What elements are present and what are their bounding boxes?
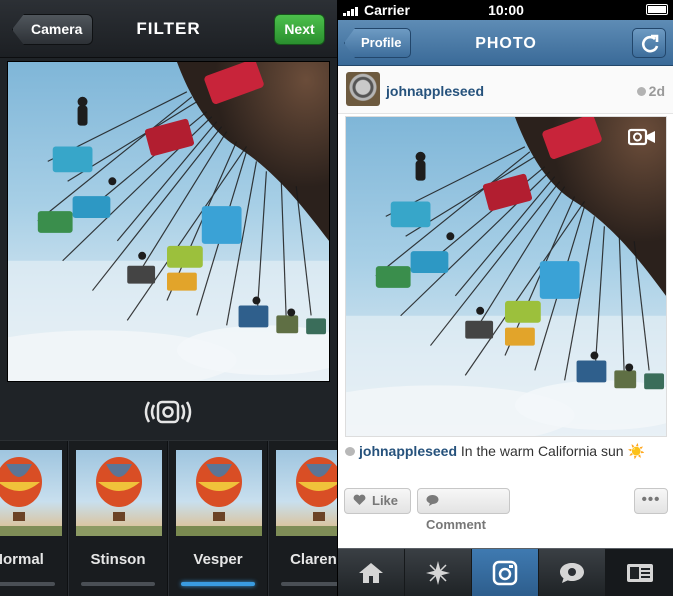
profile-icon (627, 564, 653, 582)
filter-screen: Camera FILTER Next ormal Stinson Vesper … (0, 0, 337, 596)
nav-bar: Profile PHOTO (338, 20, 673, 66)
filter-label: Normal (0, 551, 44, 568)
clock-icon (636, 87, 646, 96)
tab-home[interactable] (338, 549, 405, 596)
avatar[interactable] (346, 72, 380, 106)
swing-ride-image (8, 62, 329, 381)
post-actions: Like Comment ••• (338, 488, 673, 532)
sun-emoji: ☀️ (627, 443, 645, 459)
filter-indicator (181, 582, 255, 586)
camera-stabilize-icon[interactable] (143, 394, 193, 430)
filter-indicator (0, 582, 55, 586)
clock: 10:00 (488, 2, 524, 18)
battery-icon (646, 4, 668, 15)
comment-button[interactable]: Comment (417, 488, 510, 532)
filter-indicator (281, 582, 337, 586)
photo-screen: Carrier 10:00 Profile PHOTO johnapplesee… (337, 0, 673, 596)
filter-thumbnail (76, 450, 162, 536)
video-camera-icon (628, 127, 656, 147)
page-title: PHOTO (475, 35, 537, 52)
post-age: 2d (636, 83, 665, 99)
camera-icon (492, 560, 518, 586)
next-button[interactable]: Next (274, 14, 325, 45)
filter-normal[interactable]: Normal (0, 441, 68, 596)
like-button[interactable]: Like (344, 488, 411, 514)
filter-label: Clarend (290, 551, 337, 568)
post-header: johnappleseed 2d (338, 66, 673, 114)
home-icon (359, 563, 383, 583)
caption-text: In the warm California sun (460, 443, 624, 459)
tab-explore[interactable] (405, 549, 472, 596)
tab-camera[interactable] (472, 549, 539, 596)
tab-activity[interactable] (539, 549, 606, 596)
filter-top-bar: Camera FILTER Next (0, 0, 337, 58)
caption-username[interactable]: johnappleseed (359, 443, 457, 459)
status-bar: Carrier 10:00 (338, 0, 673, 20)
filter-label: Vesper (193, 551, 243, 568)
filter-label: Stinson (90, 551, 146, 568)
refresh-button[interactable] (632, 28, 666, 58)
filter-strip: Normal Stinson Vesper Clarend (0, 440, 337, 596)
comment-bubble-icon (345, 447, 355, 456)
post-username[interactable]: johnappleseed (386, 83, 484, 99)
swing-ride-image (346, 117, 666, 436)
activity-icon (560, 563, 584, 583)
filter-clarendon[interactable]: Clarend (268, 441, 337, 596)
post-media[interactable] (345, 116, 667, 437)
more-options-button[interactable]: ••• (634, 488, 668, 514)
explore-icon (426, 561, 450, 585)
filter-indicator (81, 582, 155, 586)
filter-thumbnail (0, 450, 62, 536)
photo-preview (7, 61, 330, 382)
refresh-icon (642, 34, 659, 53)
filter-thumbnail (176, 450, 262, 536)
heart-icon (353, 494, 366, 505)
tab-profile[interactable] (606, 549, 673, 596)
filter-stinson[interactable]: Stinson (68, 441, 168, 596)
filter-thumbnail (276, 450, 337, 536)
speech-bubble-icon (426, 495, 439, 506)
filter-vesper[interactable]: Vesper (168, 441, 268, 596)
tab-bar (338, 548, 673, 596)
post-caption: johnappleseed In the warm California sun… (345, 443, 667, 463)
